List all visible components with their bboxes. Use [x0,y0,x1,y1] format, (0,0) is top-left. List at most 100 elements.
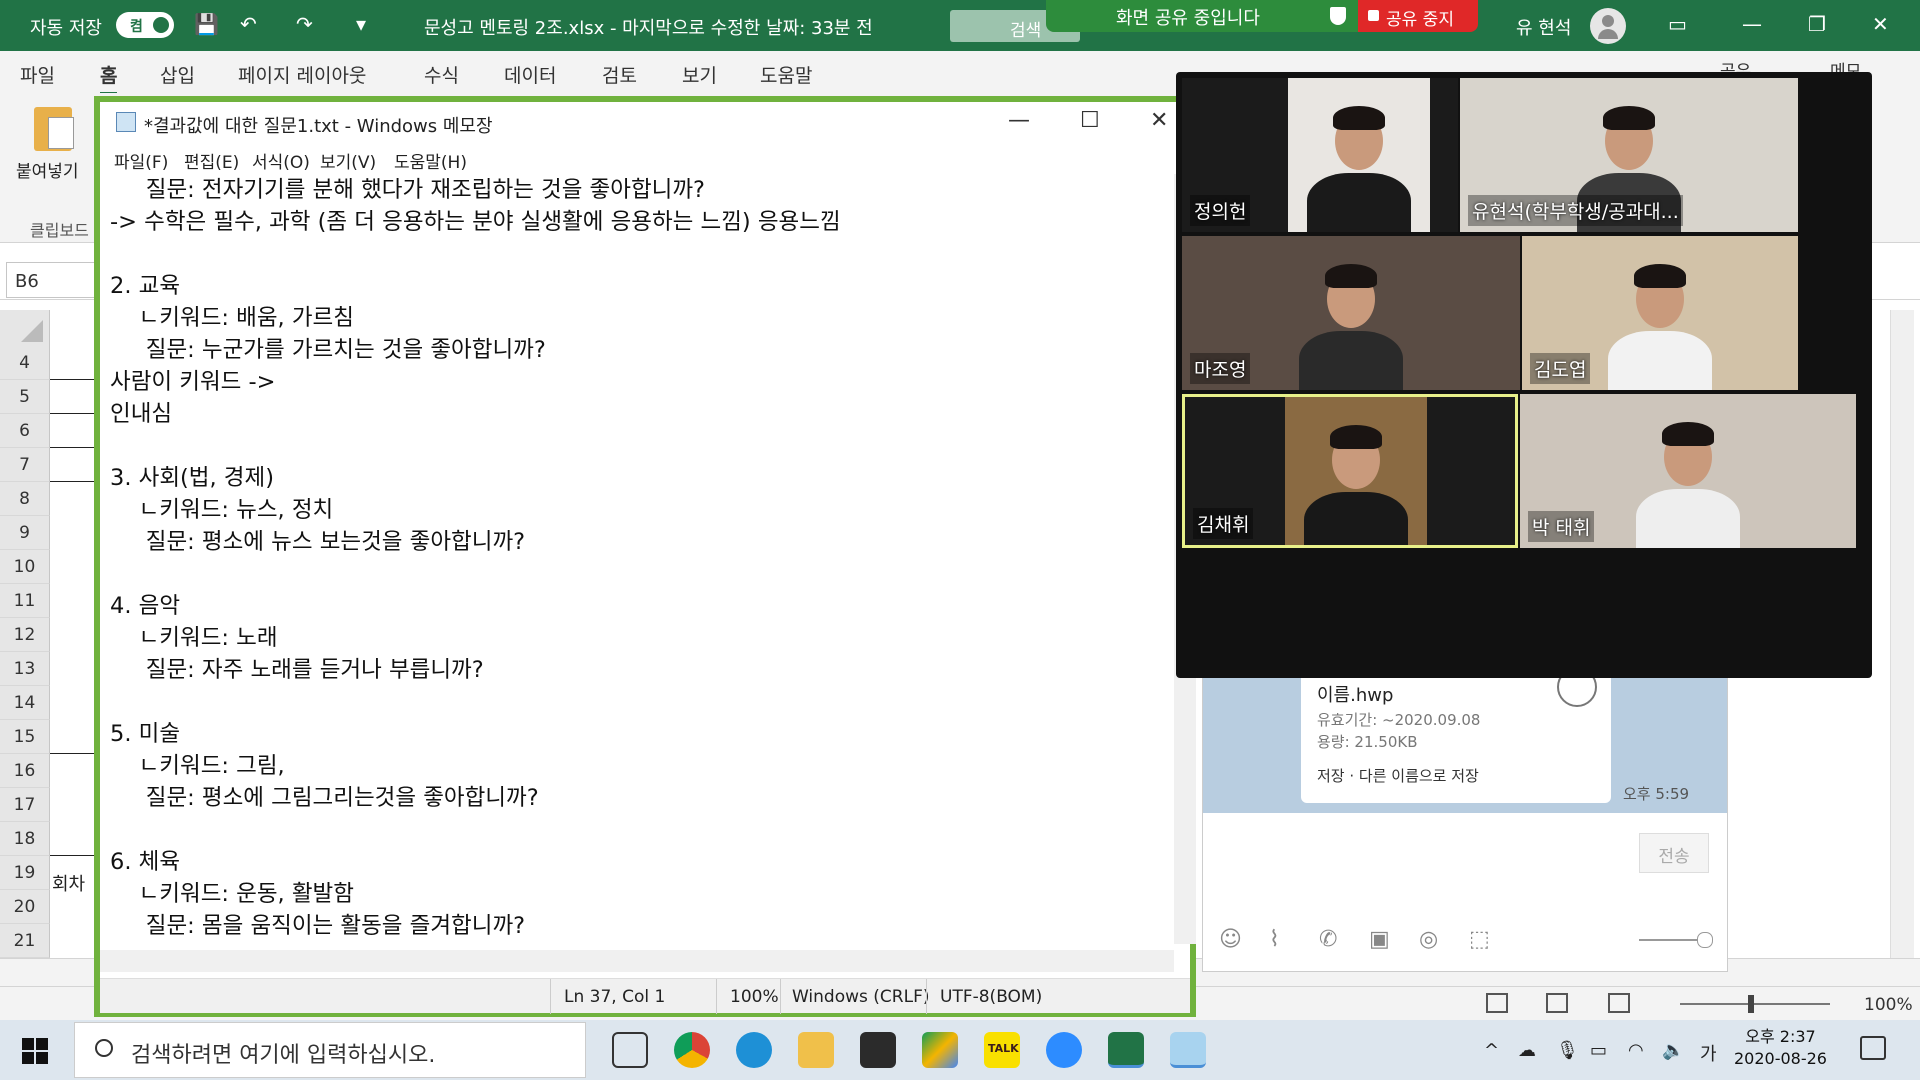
text-line[interactable]: ㄴ키워드: 그림, [110,750,1174,782]
tab-formulas[interactable]: 수식 [424,61,459,88]
participant-tile[interactable]: 김도엽 [1522,236,1798,390]
volume-icon[interactable]: 🔈 [1662,1040,1684,1061]
chrome-icon[interactable] [674,1032,710,1068]
text-line[interactable]: 2. 교육 [110,270,1174,302]
text-line[interactable]: 질문: 전자기기를 분해 했다가 재조립하는 것을 좋아합니까? [110,174,1174,206]
text-line[interactable]: ㄴ키워드: 배움, 가르침 [110,302,1174,334]
attach-icon[interactable]: ⌇ [1269,927,1280,952]
tab-insert[interactable]: 삽입 [160,61,195,88]
restore-icon[interactable]: ❐ [1808,12,1826,36]
file-actions[interactable]: 저장 · 다른 이름으로 저장 [1317,765,1479,786]
file-explorer-icon[interactable] [798,1032,834,1068]
zoom-icon[interactable] [1046,1032,1082,1068]
row-header[interactable]: 11 [0,584,50,618]
row-header[interactable]: 9 [0,516,50,550]
select-all-corner[interactable] [0,310,50,346]
text-line[interactable]: ㄴ키워드: 운동, 활발함 [110,878,1174,910]
redo-icon[interactable]: ↷ [296,12,313,36]
autosave-toggle[interactable]: 켬 [116,12,174,38]
text-line[interactable] [110,430,1174,462]
participant-tile[interactable]: 김채휘 [1182,394,1518,548]
row-header[interactable]: 21 [0,924,50,958]
wifi-icon[interactable]: ◠ [1628,1040,1644,1061]
tab-file[interactable]: 파일 [20,61,55,88]
document-title[interactable]: 문성고 멘토링 2조.xlsx - 마지막으로 수정한 날짜: 33분 전 [424,14,873,40]
text-line[interactable]: 인내심 [110,398,1174,430]
taskbar-clock[interactable]: 오후 2:37 2020-08-26 [1734,1026,1827,1070]
ribbon-display-icon[interactable]: ▭ [1668,12,1687,36]
tab-page-layout[interactable]: 페이지 레이아웃 [238,61,366,88]
call-icon[interactable]: ✆ [1319,927,1337,952]
row-header[interactable]: 15 [0,720,50,754]
tab-review[interactable]: 검토 [602,61,637,88]
tab-home[interactable]: 홈 [100,61,118,95]
file-message-bubble[interactable]: 이름.hwp 유효기간: ~2020.09.08 용량: 21.50KB 저장 … [1301,661,1611,803]
taskbar-search-input[interactable]: 검색하려면 여기에 입력하십시오. [74,1022,586,1078]
text-line[interactable]: 4. 음악 [110,590,1174,622]
participant-tile[interactable]: 유현석(학부학생/공과대... [1460,78,1798,232]
text-line[interactable]: 6. 체육 [110,846,1174,878]
text-line[interactable] [110,238,1174,270]
notepad-icon[interactable] [1170,1032,1206,1068]
menu-edit[interactable]: 편집(E) [184,148,239,173]
row-header[interactable]: 6 [0,414,50,448]
file-name[interactable]: 이름.hwp [1317,681,1393,707]
row-header[interactable]: 7 [0,448,50,482]
paste-icon[interactable] [34,107,74,151]
row-header[interactable]: 19 [0,856,50,890]
menu-view[interactable]: 보기(V) [320,148,376,173]
notepad-text-area[interactable]: 질문: 전자기기를 분해 했다가 재조립하는 것을 좋아합니까? -> 수학은 필… [100,174,1174,944]
text-line[interactable] [110,558,1174,590]
page-break-view-icon[interactable] [1608,993,1630,1013]
text-line[interactable]: ㄴ키워드: 노래 [110,622,1174,654]
row-header[interactable]: 14 [0,686,50,720]
text-line[interactable] [110,814,1174,846]
chevron-up-icon[interactable]: ^ [1484,1040,1499,1061]
notification-icon[interactable] [1860,1036,1886,1060]
excel-icon[interactable] [1108,1032,1144,1068]
row-header[interactable]: 18 [0,822,50,856]
row-header[interactable]: 4 [0,346,50,380]
microsoft-store-icon[interactable] [860,1032,896,1068]
text-line[interactable]: -> 수학은 필수, 과학 (좀 더 응용하는 분야 실생활에 응용하는 느낌)… [110,206,1174,238]
talk-drive-icon[interactable]: ◎ [1419,927,1438,952]
text-line[interactable]: 질문: 몸을 움직이는 활동을 즐겨합니까? [110,910,1174,942]
sheet-vertical-scrollbar[interactable] [1890,310,1914,960]
tab-data[interactable]: 데이터 [504,61,556,88]
text-line[interactable]: 3. 사회(법, 경제) [110,462,1174,494]
user-name[interactable]: 유 현석 [1516,14,1571,40]
tab-view[interactable]: 보기 [682,61,717,88]
capture-icon[interactable]: ⬚ [1469,927,1490,952]
undo-icon[interactable]: ↶ [240,12,257,36]
save-icon[interactable]: 💾 [194,12,219,36]
minimize-icon[interactable]: — [1742,12,1762,36]
battery-icon[interactable]: ▭ [1590,1040,1607,1061]
paste-button[interactable]: 붙여넣기 [16,157,79,182]
menu-format[interactable]: 서식(O) [252,148,310,173]
text-line[interactable]: ㄴ키워드: 뉴스, 정치 [110,494,1174,526]
normal-view-icon[interactable] [1486,993,1508,1013]
close-icon[interactable]: ✕ [1872,12,1889,36]
participant-tile[interactable]: 박 태휘 [1520,394,1856,548]
close-icon[interactable]: ✕ [1150,108,1168,133]
text-line[interactable]: 질문: 평소에 뉴스 보는것을 좋아합니까? [110,526,1174,558]
text-line[interactable] [110,686,1174,718]
row-header[interactable]: 8 [0,482,50,516]
google-drive-icon[interactable] [922,1032,958,1068]
cell-a19[interactable]: 회차 [52,870,85,896]
notepad-horizontal-scrollbar[interactable] [100,950,1174,972]
name-box[interactable]: B6 [6,262,102,298]
text-line[interactable]: 질문: 평소에 그림그리는것을 좋아합니까? [110,782,1174,814]
text-line[interactable]: 사람이 키워드 -> [110,366,1174,398]
kakaotalk-icon[interactable]: TALK [984,1032,1020,1068]
emoticon-icon[interactable]: ☺ [1219,927,1242,952]
tab-help[interactable]: 도움말 [760,61,812,88]
row-header[interactable]: 5 [0,380,50,414]
text-line[interactable]: 질문: 자주 노래를 듣거나 부릅니까? [110,654,1174,686]
participant-tile[interactable]: 정의헌 [1182,78,1458,232]
page-layout-view-icon[interactable] [1546,993,1568,1013]
stop-share-button[interactable]: 공유 중지 [1358,0,1478,32]
text-line[interactable]: 5. 미술 [110,718,1174,750]
onedrive-icon[interactable]: ☁ [1518,1040,1536,1061]
customize-qat-icon[interactable]: ▾ [356,12,366,36]
